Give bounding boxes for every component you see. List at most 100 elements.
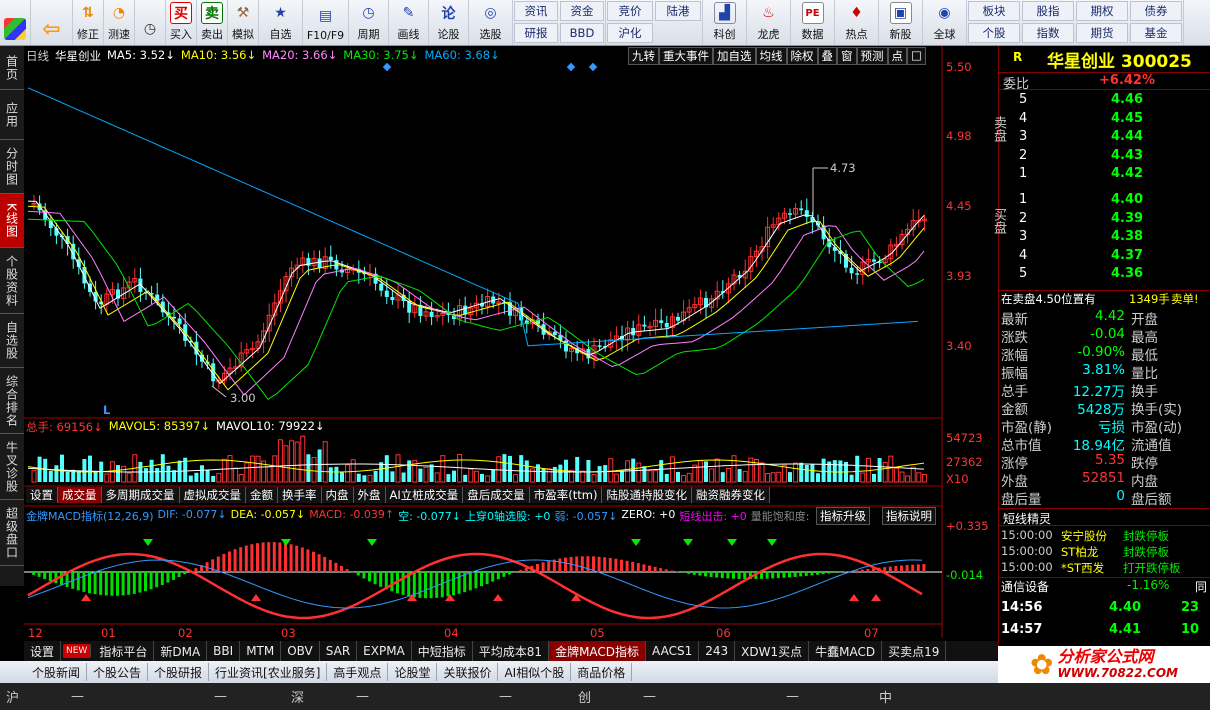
- indicator-short-mid[interactable]: 中短指标: [412, 641, 473, 661]
- subtab-ai-volume[interactable]: AI立桩成交量: [385, 487, 464, 503]
- toolbar-forum-button[interactable]: 论论股: [429, 0, 469, 45]
- subtab-settings[interactable]: 设置: [26, 487, 58, 503]
- tool-add-watch[interactable]: 加自选: [713, 47, 756, 65]
- subtab-volume[interactable]: 成交量: [58, 487, 102, 503]
- nav-timeshare[interactable]: 分时图: [0, 140, 24, 194]
- indicator-settings[interactable]: 设置: [24, 641, 62, 661]
- subtab-margin[interactable]: 融资融券变化: [691, 487, 770, 503]
- jingling-title[interactable]: 短线精灵: [1003, 510, 1051, 527]
- toolbar-kechuang-button[interactable]: ▟ 科创: [703, 0, 747, 45]
- toolbar-period-button[interactable]: ◷ 周期: [349, 0, 389, 45]
- news-ai-similar[interactable]: AI相似个股: [498, 663, 572, 681]
- toolbar-buy-button[interactable]: 买买入: [166, 0, 197, 45]
- toolbar-data-button[interactable]: PE 数据: [791, 0, 835, 45]
- info-research-button[interactable]: 研报: [514, 23, 558, 43]
- nav-stock-info[interactable]: 个股资料: [0, 248, 24, 314]
- nav-apps[interactable]: 应用: [0, 90, 24, 140]
- category-sector-button[interactable]: 板块: [968, 1, 1020, 21]
- news-expert[interactable]: 高手观点: [327, 663, 389, 681]
- category-bonds-button[interactable]: 债券: [1130, 1, 1182, 21]
- nav-watchlist[interactable]: 自选股: [0, 314, 24, 368]
- category-funds-button[interactable]: 基金: [1130, 23, 1182, 43]
- toolbar-sell-button[interactable]: 卖卖出: [197, 0, 228, 45]
- tool-exright[interactable]: 除权: [786, 47, 818, 65]
- indicator-mtm[interactable]: MTM: [240, 641, 282, 661]
- category-index-futures-button[interactable]: 股指: [1022, 1, 1074, 21]
- tool-overlay[interactable]: 叠: [817, 47, 837, 65]
- category-stocks-button[interactable]: 个股: [968, 23, 1020, 43]
- indicator-platform[interactable]: 指标平台: [93, 641, 155, 661]
- toolbar-dragon-button[interactable]: ♨ 龙虎: [747, 0, 791, 45]
- subtab-hk-holding[interactable]: 陆股通持股变化: [602, 487, 692, 503]
- tool-box[interactable]: □: [907, 47, 926, 65]
- auction-button[interactable]: 竞价: [607, 1, 653, 21]
- nav-kline[interactable]: K线图: [0, 194, 24, 248]
- toolbar-hot-button[interactable]: ♦ 热点: [835, 0, 879, 45]
- toolbar-ipo-button[interactable]: ▣ 新股: [879, 0, 923, 45]
- subtab-inner[interactable]: 内盘: [321, 487, 354, 503]
- macd-help-button[interactable]: 指标说明: [882, 507, 936, 525]
- news-industry[interactable]: 行业资讯[农业服务]: [209, 663, 328, 681]
- indicator-gold-macd[interactable]: 金牌MACD指标: [549, 641, 647, 661]
- news-announcements[interactable]: 个股公告: [87, 663, 149, 681]
- industry-name[interactable]: 通信设备: [1001, 578, 1049, 595]
- news-commodity[interactable]: 商品价格: [571, 663, 633, 681]
- indicator-aacs1[interactable]: AACS1: [646, 641, 700, 661]
- toolbar-back-button[interactable]: ⇦: [31, 0, 73, 45]
- subtab-virtual-volume[interactable]: 虚拟成交量: [179, 487, 246, 503]
- tool-dot[interactable]: 点: [887, 47, 907, 65]
- info-funds-button[interactable]: 资金: [560, 1, 604, 21]
- toolbar-f10-button[interactable]: ▤ F10/F9: [303, 0, 349, 45]
- indicator-avg-cost[interactable]: 平均成本81: [473, 641, 550, 661]
- status-sz[interactable]: 深: [291, 687, 304, 706]
- toolbar-windows-button[interactable]: [0, 0, 31, 45]
- indicator-expma[interactable]: EXPMA: [357, 641, 412, 661]
- macd-upgrade-button[interactable]: 指标升级: [816, 507, 870, 525]
- subtab-pe-ttm[interactable]: 市盈率(ttm): [529, 487, 603, 503]
- status-sh[interactable]: 沪: [6, 687, 19, 706]
- tool-forecast[interactable]: 预测: [856, 47, 888, 65]
- nav-ranking[interactable]: 综合排名: [0, 368, 24, 434]
- toolbar-speed-button[interactable]: ◔ 测速: [104, 0, 135, 45]
- nav-diagnosis[interactable]: 牛叉诊股: [0, 434, 24, 500]
- news-stock-news[interactable]: 个股新闻: [26, 663, 88, 681]
- status-zh[interactable]: 中: [879, 687, 892, 706]
- toolbar-clock-button[interactable]: ◷: [135, 0, 166, 45]
- indicator-243[interactable]: 243: [699, 641, 736, 661]
- toolbar-draw-button[interactable]: ✎ 画线: [389, 0, 429, 45]
- news-related[interactable]: 关联报价: [437, 663, 499, 681]
- category-options-button[interactable]: 期权: [1076, 1, 1128, 21]
- news-research[interactable]: 个股研报: [148, 663, 210, 681]
- hk-connect-button[interactable]: 陆港: [655, 1, 701, 21]
- indicator-dma[interactable]: 新DMA: [154, 641, 208, 661]
- toolbar-fix-button[interactable]: ⇅ 修正: [73, 0, 104, 45]
- toolbar-global-button[interactable]: ◉ 全球: [923, 0, 967, 45]
- status-cy[interactable]: 创: [578, 687, 591, 706]
- category-index-button[interactable]: 指数: [1022, 23, 1074, 43]
- indicator-obv[interactable]: OBV: [281, 641, 320, 661]
- nav-super-book[interactable]: 超级盘口: [0, 500, 24, 566]
- indicator-sar[interactable]: SAR: [320, 641, 358, 661]
- subtab-amount[interactable]: 金额: [246, 487, 278, 503]
- news-forum[interactable]: 论股堂: [388, 663, 438, 681]
- period-label[interactable]: 日线: [26, 48, 49, 64]
- shanghai-chem-button[interactable]: 沪化: [607, 23, 653, 43]
- subtab-outer[interactable]: 外盘: [353, 487, 386, 503]
- indicator-xdw1[interactable]: XDW1买点: [735, 641, 810, 661]
- chart-area[interactable]: 日线 华星创业 MA5: 3.52↓ MA10: 3.56↓ MA20: 3.6…: [24, 46, 1000, 658]
- subtab-after-hours[interactable]: 盘后成交量: [463, 487, 530, 503]
- tool-jiuzhuan[interactable]: 九转: [628, 47, 659, 65]
- info-news-button[interactable]: 资讯: [514, 1, 558, 21]
- toolbar-select-button[interactable]: ◎ 选股: [469, 0, 513, 45]
- nav-home[interactable]: 首页: [0, 46, 24, 90]
- indicator-niuchun-macd[interactable]: 牛蠢MACD: [809, 641, 883, 661]
- subtab-turnover[interactable]: 换手率: [278, 487, 322, 503]
- toolbar-sim-button[interactable]: ⚒ 模拟: [228, 0, 259, 45]
- tool-ma[interactable]: 均线: [755, 47, 787, 65]
- indicator-bbi[interactable]: BBI: [207, 641, 241, 661]
- category-futures-button[interactable]: 期货: [1076, 23, 1128, 43]
- indicator-buysell19[interactable]: 买卖点19: [882, 641, 947, 661]
- tool-window[interactable]: 窗: [837, 47, 857, 65]
- info-bbd-button[interactable]: BBD: [560, 23, 604, 43]
- subtab-multi-period[interactable]: 多周期成交量: [101, 487, 180, 503]
